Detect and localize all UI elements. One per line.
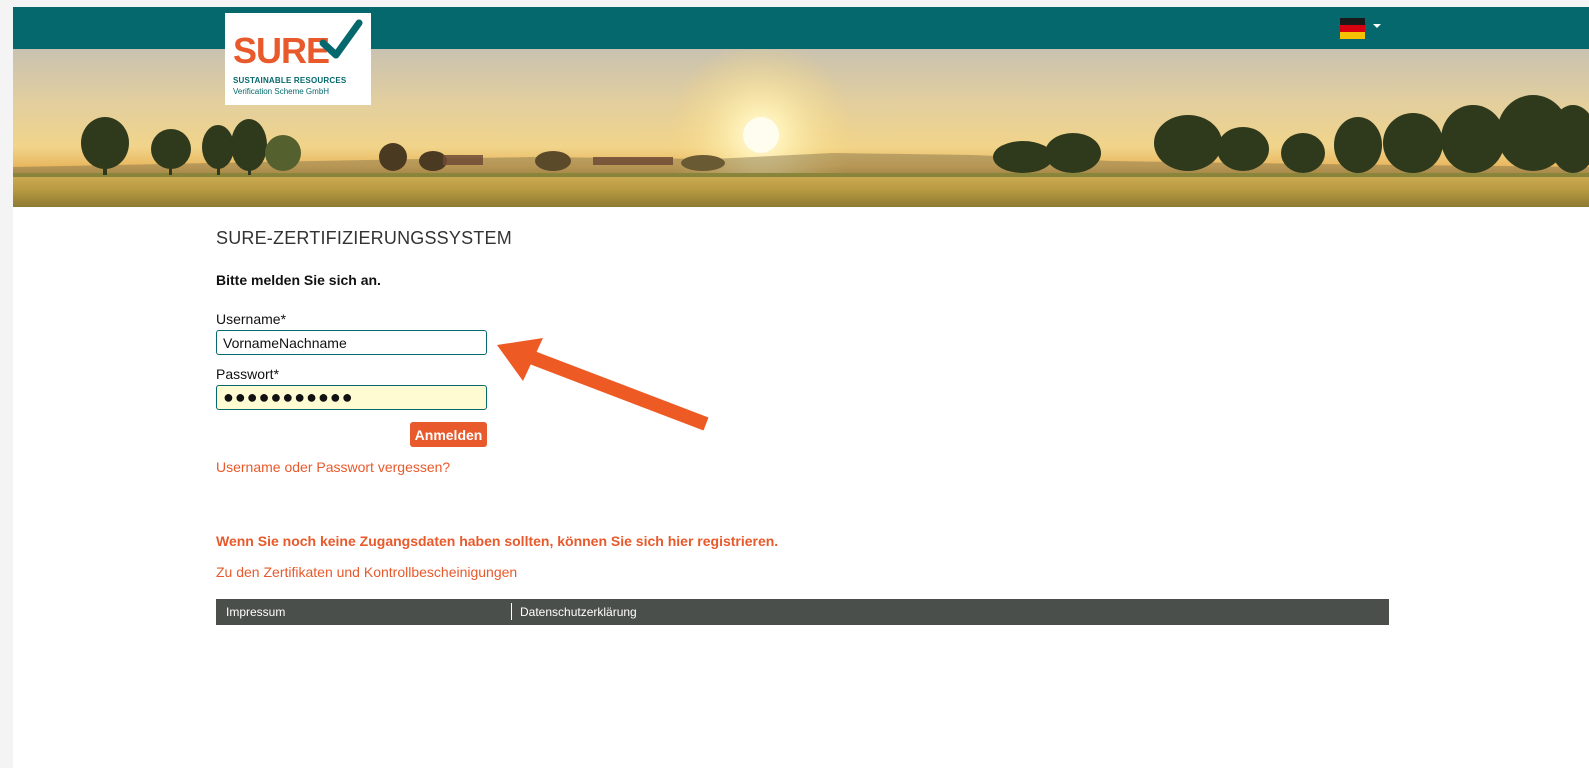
logo-subtitle-line1: SUSTAINABLE RESOURCES <box>233 76 347 85</box>
password-input[interactable] <box>216 385 487 410</box>
privacy-link[interactable]: Datenschutzerklärung <box>520 605 637 619</box>
login-prompt: Bitte melden Sie sich an. <box>216 272 381 288</box>
certificates-link[interactable]: Zu den Zertifikaten und Kontrollbeschein… <box>216 564 517 580</box>
username-input[interactable] <box>216 330 487 355</box>
logo-subtitle-line2: Verification Scheme GmbH <box>233 87 330 96</box>
impressum-link[interactable]: Impressum <box>226 605 285 619</box>
window-frame-left <box>0 0 13 768</box>
german-flag-icon <box>1340 18 1365 39</box>
page-title: SURE-ZERTIFIZIERUNGSSYSTEM <box>216 228 512 248</box>
window-frame-top <box>0 0 1589 7</box>
footer-bar: Impressum Datenschutzerklärung <box>216 599 1389 625</box>
login-button[interactable]: Anmelden <box>410 422 487 447</box>
caret-down-icon <box>1373 24 1381 28</box>
password-label: Passwort* <box>216 366 280 382</box>
register-link[interactable]: Wenn Sie noch keine Zugangsdaten haben s… <box>216 533 778 549</box>
checkmark-icon <box>319 19 363 59</box>
logo-wordmark: SURE <box>233 30 330 71</box>
footer-divider <box>511 603 512 620</box>
username-label: Username* <box>216 311 287 327</box>
forgot-credentials-link[interactable]: Username oder Passwort vergessen? <box>216 459 450 475</box>
sure-logo[interactable]: SURE SUSTAINABLE RESOURCES Verification … <box>225 13 371 105</box>
